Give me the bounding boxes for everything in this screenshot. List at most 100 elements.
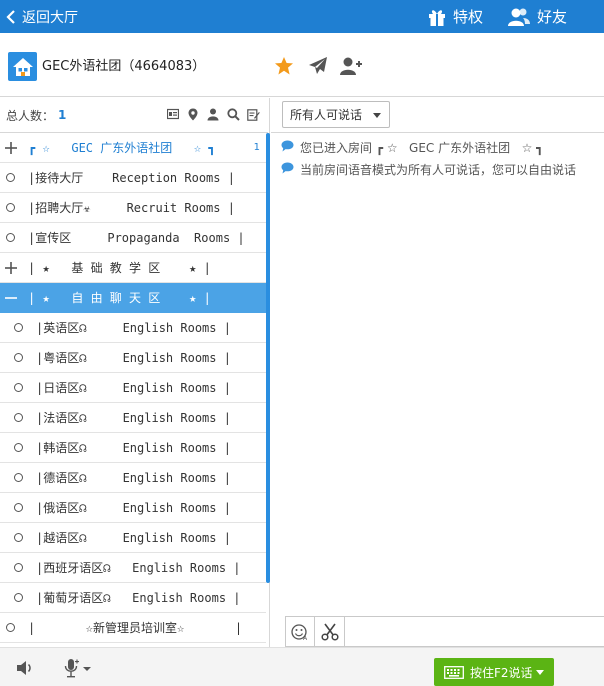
push-to-talk-button[interactable]: 按住F2说话 <box>434 658 554 686</box>
room-name: |接待大厅 Reception Rooms | <box>28 171 235 185</box>
room-row[interactable]: |俄语区☊ English Rooms | <box>0 493 266 523</box>
room-status-icon <box>4 171 17 184</box>
svg-text:A: A <box>303 635 308 641</box>
room-status-icon <box>4 231 17 244</box>
room-row[interactable]: ┏ ☆ GEC 广东外语社团 ☆ ┓ 1 <box>0 133 266 163</box>
room-row[interactable]: |葡萄牙语区☊ English Rooms | <box>0 583 266 613</box>
emoji-button[interactable]: A <box>286 617 315 646</box>
room-row[interactable]: |日语区☊ English Rooms | <box>0 373 266 403</box>
room-row[interactable]: |法语区☊ English Rooms | <box>0 403 266 433</box>
room-name: |英语区☊ English Rooms | <box>36 321 231 335</box>
plane-icon <box>309 57 327 74</box>
location-icon[interactable] <box>186 107 200 121</box>
speech-bubble-icon <box>281 162 294 177</box>
privilege-label: 特权 <box>453 8 484 26</box>
room-title: GEC外语社团（4664083） <box>42 59 206 74</box>
room-row[interactable]: | ☆新管理员培训室☆ | <box>0 613 266 643</box>
collapse-icon[interactable] <box>4 291 17 304</box>
person-icon[interactable] <box>206 107 220 121</box>
room-status-icon <box>12 441 25 454</box>
chat-panel: 所有人可说话 您已进入房间 ┏ ☆ GEC 广东外语社团 ☆ ┓ 当前房间语音模式… <box>271 98 604 647</box>
volume-button[interactable] <box>15 658 35 678</box>
system-message: 当前房间语音模式为所有人可说话，您可以自由说话 <box>271 158 604 180</box>
system-message: 您已进入房间 ┏ ☆ GEC 广东外语社团 ☆ ┓ <box>271 136 604 158</box>
room-row[interactable]: | ★ 自 由 聊 天 区 ★ | <box>0 283 266 313</box>
room-list-scrollbar[interactable] <box>266 133 270 583</box>
room-status-icon <box>12 531 25 544</box>
emoji-icon: A <box>291 623 308 641</box>
chat-input-bar: A <box>285 616 604 647</box>
room-row[interactable]: |韩语区☊ English Rooms | <box>0 433 266 463</box>
room-row[interactable]: |宣传区 Propaganda Rooms | <box>0 223 266 253</box>
microphone-icon <box>64 659 91 678</box>
room-list-panel: 总人数： 1 ┏ ☆ GEC 广东外语社团 ☆ ┓ 1 |接待大厅 Receptio… <box>0 98 270 647</box>
room-name: |俄语区☊ English Rooms | <box>36 501 231 515</box>
back-label: 返回大厅 <box>22 9 78 26</box>
room-status-icon <box>12 471 25 484</box>
room-name: |招聘大厅☣ Recruit Rooms | <box>28 201 235 215</box>
house-icon <box>12 57 33 76</box>
room-row[interactable]: |英语区☊ English Rooms | <box>0 313 266 343</box>
card-icon[interactable] <box>166 107 180 121</box>
member-toolbar: 总人数： 1 <box>0 98 268 133</box>
room-status-icon <box>4 201 17 214</box>
room-member-count: 1 <box>253 142 260 153</box>
search-icon[interactable] <box>226 107 240 121</box>
room-name: |越语区☊ English Rooms | <box>36 531 231 545</box>
room-status-icon <box>4 621 17 634</box>
speaker-icon <box>17 661 31 675</box>
room-row[interactable]: | ★ 基 础 教 学 区 ★ | <box>0 253 266 283</box>
scissors-icon <box>321 623 339 641</box>
room-name: |西班牙语区☊ English Rooms | <box>36 561 241 575</box>
back-to-lobby-button[interactable]: 返回大厅 <box>6 0 78 33</box>
push-to-talk-label: 按住F2说话 <box>470 665 533 680</box>
room-row[interactable]: |德语区☊ English Rooms | <box>0 463 266 493</box>
star-icon <box>275 57 293 75</box>
microphone-button[interactable] <box>63 658 93 678</box>
room-row[interactable]: |招聘大厅☣ Recruit Rooms | <box>0 193 266 223</box>
edit-icon[interactable] <box>246 107 260 121</box>
speak-mode-value: 所有人可说话 <box>290 108 363 122</box>
chevron-down-icon <box>373 113 381 118</box>
room-row[interactable]: |接待大厅 Reception Rooms | <box>0 163 266 193</box>
room-row[interactable]: |西班牙语区☊ English Rooms | <box>0 553 266 583</box>
screenshot-button[interactable] <box>316 617 345 646</box>
chat-messages: 您已进入房间 ┏ ☆ GEC 广东外语社团 ☆ ┓ 当前房间语音模式为所有人可说话… <box>271 136 604 180</box>
room-status-icon <box>12 591 25 604</box>
privilege-button[interactable]: 特权 <box>427 0 483 33</box>
room-name: | ★ 基 础 教 学 区 ★ | <box>28 261 211 275</box>
room-header: GEC外语社团（4664083） <box>0 33 604 97</box>
expand-icon[interactable] <box>4 261 17 274</box>
share-button[interactable] <box>307 55 329 77</box>
room-status-icon <box>12 501 25 514</box>
member-count-value: 1 <box>58 108 67 122</box>
room-name: |德语区☊ English Rooms | <box>36 471 231 485</box>
speak-mode-dropdown[interactable]: 所有人可说话 <box>282 101 390 128</box>
friends-icon <box>508 8 530 26</box>
room-status-icon <box>12 411 25 424</box>
room-name: |法语区☊ English Rooms | <box>36 411 231 425</box>
room-status-icon <box>12 321 25 334</box>
message-text: 您已进入房间 ┏ ☆ GEC 广东外语社团 ☆ ┓ <box>300 140 544 155</box>
room-name: | ★ 自 由 聊 天 区 ★ | <box>28 291 211 305</box>
room-row[interactable]: |粤语区☊ English Rooms | <box>0 343 266 373</box>
chat-input[interactable] <box>346 617 604 646</box>
room-name: |粤语区☊ English Rooms | <box>36 351 231 365</box>
expand-icon[interactable] <box>4 141 17 154</box>
room-name: |宣传区 Propaganda Rooms | <box>28 231 245 245</box>
member-count-label: 总人数： <box>6 108 55 123</box>
room-logo <box>8 52 37 81</box>
room-status-icon <box>12 351 25 364</box>
favorite-button[interactable] <box>273 55 295 77</box>
add-friend-button[interactable] <box>340 55 362 77</box>
bottom-bar: 按住F2说话 <box>0 647 604 686</box>
chevron-left-icon <box>6 9 15 24</box>
speech-bubble-icon <box>281 140 294 155</box>
room-name: ┏ ☆ GEC 广东外语社团 ☆ ┓ <box>28 141 216 155</box>
message-text: 当前房间语音模式为所有人可说话，您可以自由说话 <box>300 162 577 177</box>
chevron-down-icon[interactable] <box>536 670 544 675</box>
friends-button[interactable]: 好友 <box>507 0 567 33</box>
room-status-icon <box>12 381 25 394</box>
room-row[interactable]: |越语区☊ English Rooms | <box>0 523 266 553</box>
room-list: ┏ ☆ GEC 广东外语社团 ☆ ┓ 1 |接待大厅 Reception Rooms… <box>0 133 266 647</box>
